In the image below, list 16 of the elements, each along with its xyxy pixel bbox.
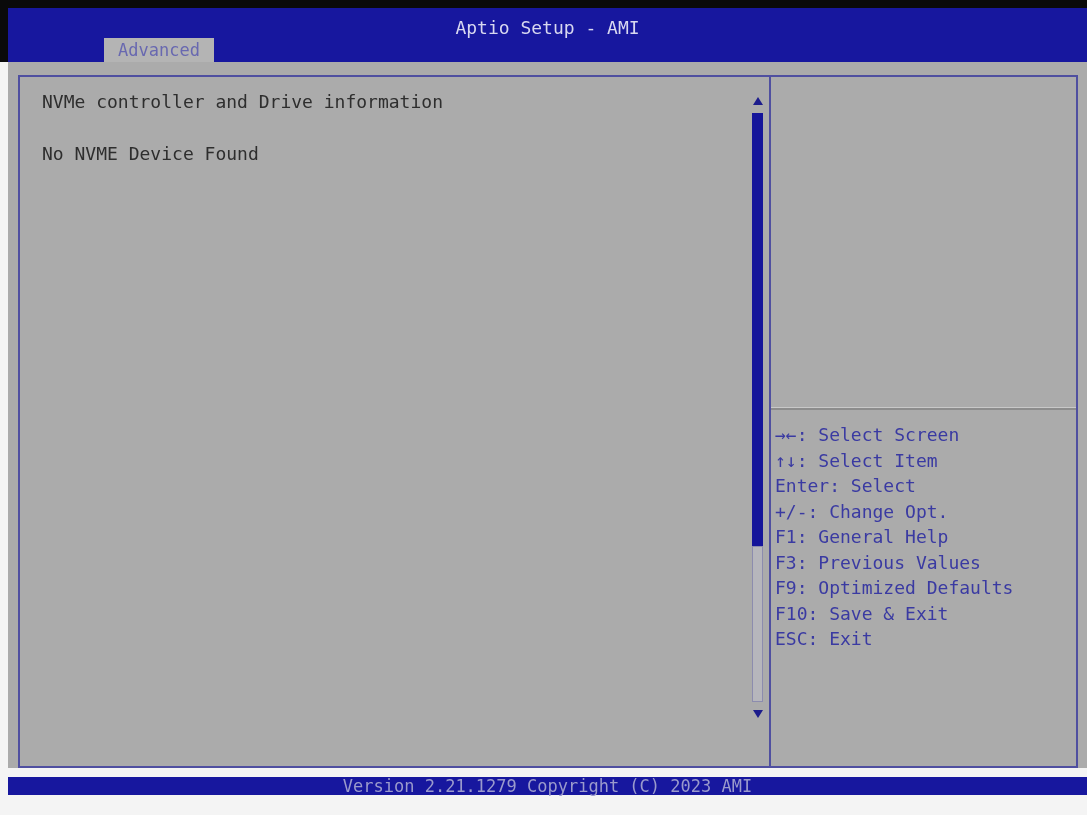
key-help-text: F10: Save & Exit [775,601,949,626]
key-help-text: ↑↓: Select Item [775,448,938,473]
down-arrow-icon [752,710,763,718]
version-text: Version 2.21.1279 Copyright (C) 2023 AMI [342,777,753,795]
key-help-text: +/-: Change Opt. [775,499,949,524]
info-text: No NVME Device Found [42,142,259,166]
key-help-text: F9: Optimized Defaults [775,576,1014,600]
window-title: Aptio Setup - AMI [455,17,640,38]
key-help-text: F3: Previous Values [775,550,981,575]
up-arrow-icon [752,97,763,105]
key-help-text: F1: General Help [775,525,949,549]
tab[interactable]: Advanced [104,38,214,62]
info-text: NVMe controller and Drive information [42,90,443,114]
key-help-text: Enter: Select [775,474,916,498]
key-help-text: ESC: Exit [775,627,873,651]
key-help-text: →←: Select Screen [775,423,960,447]
